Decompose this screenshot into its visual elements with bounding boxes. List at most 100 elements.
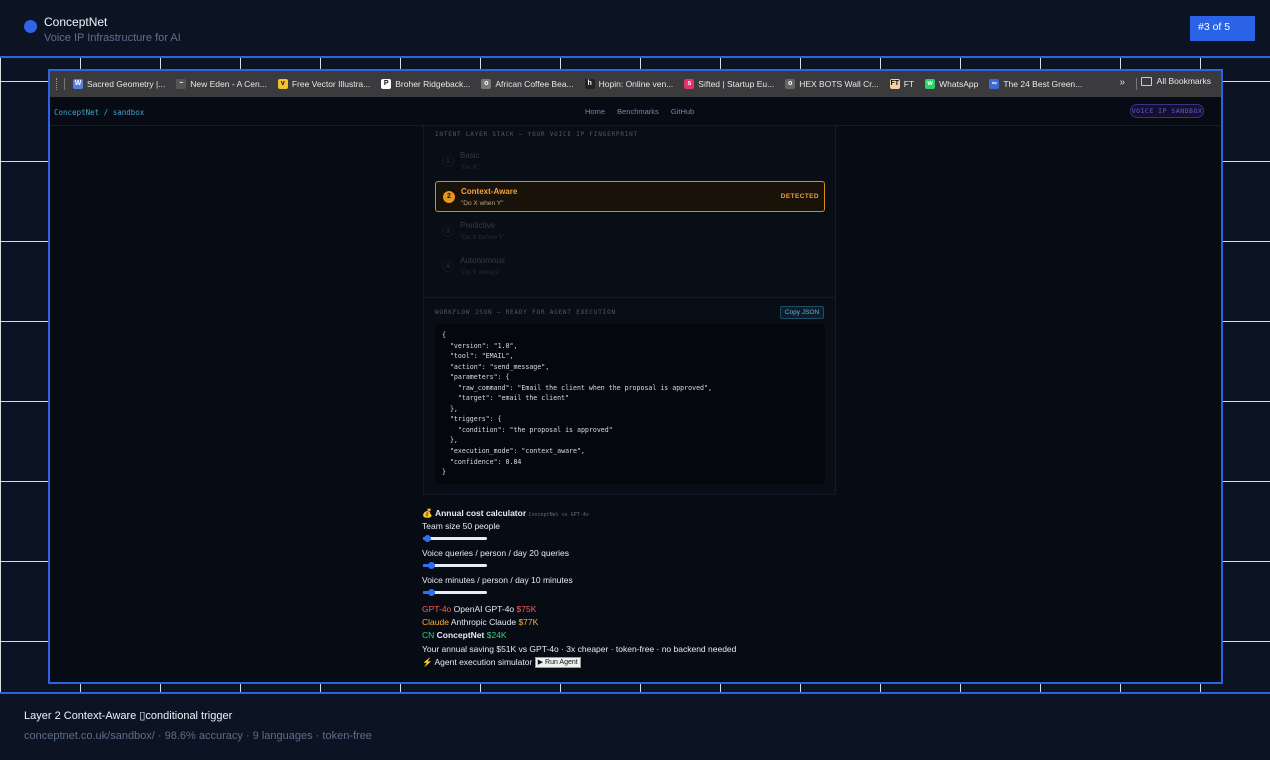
- queries-slider[interactable]: [423, 562, 487, 569]
- calculator-heading: 💰 Annual cost calculator ConceptNet vs G…: [422, 508, 589, 519]
- voice-ip-sandbox-pill: VOICE IP SANDBOX: [1130, 104, 1204, 118]
- layer-name: Basic: [460, 151, 480, 160]
- bookmark-item[interactable]: o HEX BOTS Wall Cr...: [785, 79, 879, 89]
- provider-name: Anthropic Claude: [450, 617, 517, 627]
- workflow-json-title: WORKFLOW JSON — READY FOR AGENT EXECUTIO…: [435, 309, 616, 316]
- bookmark-item[interactable]: P Broher Ridgeback...: [381, 79, 470, 89]
- bookmark-item[interactable]: FT FT: [889, 79, 915, 89]
- agent-simulator-row: ⚡ Agent execution simulator ▶ Run Agent: [422, 657, 581, 669]
- apps-grip-icon[interactable]: [56, 78, 58, 90]
- all-bookmarks-button[interactable]: All Bookmarks: [1140, 76, 1211, 86]
- slider-value: 20 queries: [529, 548, 569, 558]
- provider-cost: $77K: [518, 617, 539, 627]
- bookmark-label: Broher Ridgeback...: [395, 79, 471, 89]
- slide-caption: Layer 2 Context-Aware ▯conditional trigg…: [24, 710, 233, 722]
- bookmark-label: Sacred Geometry |...: [87, 79, 166, 89]
- nav-link-home[interactable]: Home: [585, 107, 605, 116]
- swirl-icon: ~: [176, 79, 187, 89]
- run-agent-button[interactable]: ▶ Run Agent: [534, 657, 581, 669]
- top-header: ConceptNet Voice IP Infrastructure for A…: [0, 0, 1270, 56]
- bookmarks-list: W Sacred Geometry |... ~ New Eden - A Cen..…: [73, 79, 1093, 89]
- nav-link-benchmarks[interactable]: Benchmarks: [617, 107, 659, 116]
- minutes-label: Voice minutes / person / day 10 minutes: [422, 575, 573, 585]
- layer-context-aware: 2 Context-Aware "Do X when Y" DETECTED: [435, 181, 825, 212]
- bookmarks-overflow-icon[interactable]: »: [1119, 77, 1125, 88]
- annual-saving: Your annual saving $51K vs GPT-4o · 3x c…: [422, 644, 737, 654]
- intent-panel-title: INTENT LAYER STACK — YOUR VOICE IP FINGE…: [435, 131, 638, 138]
- slider-thumb[interactable]: [428, 589, 436, 596]
- agent-simulator-label: Agent execution simulator: [434, 657, 533, 667]
- layer-number: 4: [442, 260, 454, 272]
- intent-panel: INTENT LAYER STACK — YOUR VOICE IP FINGE…: [423, 125, 836, 495]
- money-bag-icon: 💰: [422, 508, 433, 518]
- folder-icon: [1140, 76, 1152, 86]
- whatsapp-icon: w: [925, 79, 936, 89]
- bookmarks-bar: W Sacred Geometry |... ~ New Eden - A Cen..…: [50, 71, 1221, 97]
- hopin-icon: h: [584, 79, 595, 89]
- bookmark-item[interactable]: s Sifted | Startup Eu...: [684, 79, 774, 89]
- all-bookmarks-label: All Bookmarks: [1156, 76, 1211, 86]
- provider-cost: $75K: [516, 604, 537, 614]
- slider-label: Voice queries / person / day: [422, 548, 527, 558]
- layer-example: "Do Y always": [460, 269, 501, 276]
- bookmark-item[interactable]: w WhatsApp: [925, 79, 978, 89]
- nav-links: Home Benchmarks GitHub: [585, 107, 704, 116]
- bookmark-item[interactable]: h Hopin: Online ven...: [584, 79, 674, 89]
- slider-value: 10 minutes: [531, 575, 573, 585]
- provider-name: ConceptNet: [436, 630, 485, 640]
- brand-logo-icon: [24, 20, 37, 33]
- bookmark-item[interactable]: W Sacred Geometry |...: [73, 79, 165, 89]
- bookmark-label: Free Vector Illustra...: [291, 79, 371, 89]
- brand-tagline: Voice IP Infrastructure for AI: [44, 32, 181, 44]
- team-size-slider[interactable]: [423, 535, 487, 542]
- sifted-icon: s: [684, 79, 695, 89]
- provider-name: OpenAI GPT-4o: [453, 604, 515, 614]
- layer-example: "Do X": [460, 164, 480, 171]
- bookmark-label: The 24 Best Green...: [1003, 79, 1083, 89]
- team-size-label: Team size 50 people: [422, 521, 500, 531]
- layer-basic: 1 Basic "Do X": [435, 146, 825, 177]
- layer-name: Autonomous: [460, 256, 505, 265]
- provider-tag: CN: [422, 630, 435, 640]
- link-icon: ∞: [989, 79, 1000, 89]
- copy-json-button[interactable]: Copy JSON: [780, 306, 824, 319]
- bookmark-label: New Eden - A Cen...: [190, 79, 267, 89]
- calculator-note: ConceptNet vs GPT-4o: [528, 512, 589, 518]
- panel-divider: [424, 297, 835, 298]
- globe-icon: o: [785, 79, 796, 89]
- slider-value: 50 people: [462, 521, 500, 531]
- slider-label: Team size: [422, 521, 461, 531]
- site-navbar: ConceptNet / sandbox Home Benchmarks Git…: [50, 97, 1221, 126]
- calculator-title: Annual cost calculator: [434, 508, 527, 518]
- layer-example: "Do X when Y": [461, 200, 504, 207]
- bean-icon: o: [481, 79, 492, 89]
- bookmarks-divider: [1136, 78, 1137, 90]
- detected-badge: DETECTED: [780, 193, 819, 200]
- layer-autonomous: 4 Autonomous "Do Y always": [435, 251, 825, 282]
- minutes-slider[interactable]: [423, 589, 487, 596]
- layer-number: 3: [442, 225, 454, 237]
- layer-name: Context-Aware: [461, 187, 518, 196]
- layer-example: "Do X before Y": [460, 234, 506, 241]
- screenshot-frame: W Sacred Geometry |... ~ New Eden - A Cen..…: [48, 69, 1223, 684]
- nav-link-github[interactable]: GitHub: [671, 107, 694, 116]
- provider-cost: $24K: [486, 630, 507, 640]
- bookmark-label: FT: [903, 79, 915, 89]
- layer-number: 1: [442, 155, 454, 167]
- bookmark-item[interactable]: o African Coffee Bea...: [481, 79, 574, 89]
- workflow-json-code: { "version": "1.0", "tool": "EMAIL", "ac…: [435, 324, 825, 484]
- brand-name: ConceptNet: [44, 15, 108, 29]
- slider-thumb[interactable]: [424, 535, 432, 542]
- bookmark-label: Hopin: Online ven...: [598, 79, 674, 89]
- provider-conceptnet: CN ConceptNet $24K: [422, 630, 507, 640]
- slider-thumb[interactable]: [428, 562, 436, 569]
- bookmark-item[interactable]: ∞ The 24 Best Green...: [989, 79, 1082, 89]
- provider-gpt4o: GPT-4o OpenAI GPT-4o $75K: [422, 604, 536, 614]
- layer-name: Predictive: [460, 221, 496, 230]
- slide-subcaption: conceptnet.co.uk/sandbox/ · 98.6% accura…: [24, 730, 372, 742]
- bookmark-item[interactable]: ~ New Eden - A Cen...: [176, 79, 267, 89]
- breadcrumb[interactable]: ConceptNet / sandbox: [54, 108, 144, 117]
- bookmark-item[interactable]: v Free Vector Illustra...: [277, 79, 371, 89]
- slide-counter-badge: #3 of 5: [1190, 16, 1255, 41]
- layer-number: 2: [443, 191, 455, 203]
